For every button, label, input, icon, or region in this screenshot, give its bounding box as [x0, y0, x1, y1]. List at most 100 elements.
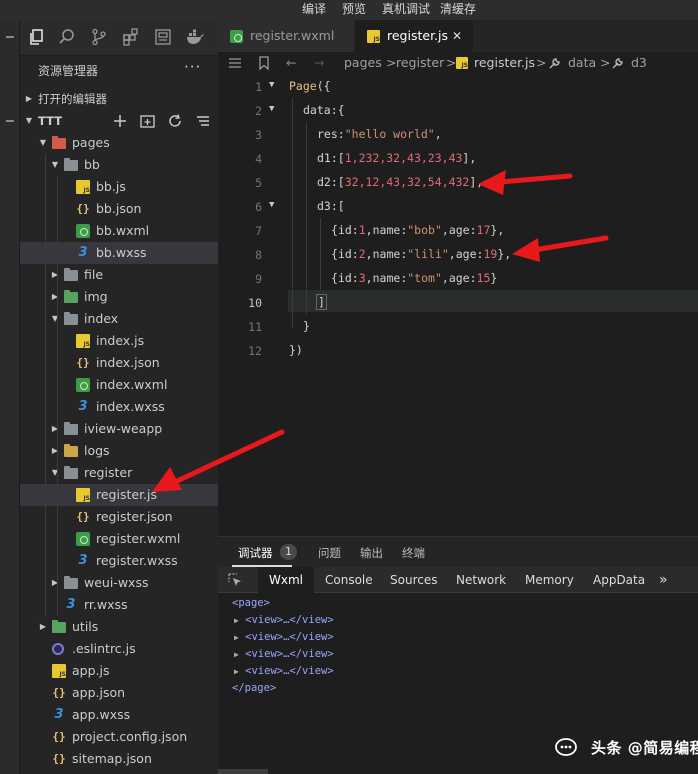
tree-item-label: img	[84, 289, 108, 304]
tree-item[interactable]: bb.wxml	[20, 220, 218, 242]
tree-item[interactable]: ▼ bb	[20, 154, 218, 176]
line-number: 5	[255, 176, 262, 190]
tab-memory[interactable]: Memory	[525, 567, 574, 593]
inspect-element-icon[interactable]	[228, 573, 242, 587]
open-editors-section[interactable]: ▶ 打开的编辑器	[20, 88, 218, 110]
tree-item[interactable]: .eslintrc.js	[20, 638, 218, 660]
tree-item[interactable]: 3 register.wxss	[20, 550, 218, 572]
wxml-node[interactable]: ▶ <view>…</view>	[234, 665, 334, 677]
tree-item[interactable]: ▶ logs	[20, 440, 218, 462]
tree-item[interactable]: {} index.json	[20, 352, 218, 374]
wxml-node[interactable]: ▶ <view>…</view>	[234, 614, 334, 626]
expand-triangle-icon[interactable]: ▶	[234, 667, 239, 676]
tab-console[interactable]: Console	[325, 567, 373, 593]
tree-item[interactable]: ▶ file	[20, 264, 218, 286]
tab-appdata[interactable]: AppData	[593, 567, 645, 593]
code-token: 15	[476, 271, 491, 285]
tree-item[interactable]: {} app.json	[20, 682, 218, 704]
tab-debugger[interactable]: 调试器	[238, 545, 273, 561]
tree-item[interactable]: index.js	[20, 330, 218, 352]
breadcrumb-item[interactable]: data	[568, 55, 596, 70]
tab-register-wxml[interactable]: register.wxml	[218, 20, 354, 52]
new-folder-icon[interactable]	[140, 114, 155, 128]
tree-item[interactable]: ▶ iview-weapp	[20, 418, 218, 440]
tree-item[interactable]: ▶ utils	[20, 616, 218, 638]
wxml-node[interactable]: ▶ <view>…</view>	[234, 631, 334, 643]
tree-item[interactable]: {} sitemap.json	[20, 748, 218, 770]
list-icon[interactable]	[228, 57, 242, 69]
chevron-down-icon[interactable]: ▼	[50, 462, 60, 484]
chevron-down-icon[interactable]: ▼	[50, 154, 60, 176]
expand-triangle-icon[interactable]: ▶	[234, 616, 239, 625]
chevron-down-icon[interactable]: ▼	[50, 308, 60, 330]
fold-chevron-icon[interactable]: ▼	[269, 200, 274, 210]
tree-item[interactable]: bb.js	[20, 176, 218, 198]
tree-item[interactable]: 3 index.wxss	[20, 396, 218, 418]
new-file-icon[interactable]	[113, 114, 127, 128]
docker-icon[interactable]	[186, 28, 204, 46]
chevron-right-icon[interactable]: ▶	[38, 616, 48, 638]
tab-sources[interactable]: Sources	[390, 567, 437, 593]
breadcrumb-item[interactable]: d3	[631, 55, 647, 70]
wxml-node[interactable]: ▶ <view>…</view>	[234, 648, 334, 660]
files-icon[interactable]	[28, 28, 46, 46]
wxml-node[interactable]: <page>	[232, 597, 270, 609]
tree-item[interactable]: ▼ register	[20, 462, 218, 484]
breadcrumb-item[interactable]: register	[396, 55, 444, 70]
project-section[interactable]: ▼ TTT	[20, 110, 218, 132]
expand-triangle-icon[interactable]: ▶	[234, 650, 239, 659]
current-line-highlight	[288, 290, 698, 312]
refresh-icon[interactable]	[168, 114, 182, 128]
wxml-node[interactable]: </page>	[232, 682, 276, 694]
code-editor[interactable]: 1 2 3 4 5 6 7 8 9 10 11 12 ▼ ▼ ▼ Page({ …	[218, 74, 698, 536]
tree-item[interactable]: {} bb.json	[20, 198, 218, 220]
tree-item[interactable]: {} project.config.json	[20, 726, 218, 748]
tree-item[interactable]: ▶ img	[20, 286, 218, 308]
more-tabs-icon[interactable]: »	[659, 567, 668, 593]
tree-item[interactable]: 3 bb.wxss	[20, 242, 218, 264]
chevron-right-icon[interactable]: ▶	[50, 572, 60, 594]
forward-arrow-icon[interactable]: →	[314, 55, 324, 70]
breadcrumb-item[interactable]: pages	[344, 55, 382, 70]
tree-item[interactable]: register.js	[20, 484, 218, 506]
extensions-icon[interactable]	[122, 28, 140, 46]
chevron-right-icon[interactable]: ▶	[50, 418, 60, 440]
code-token: 3	[358, 271, 366, 285]
more-actions-icon[interactable]: ···	[184, 58, 201, 76]
preview-button[interactable]: 预览	[342, 0, 366, 20]
close-icon[interactable]: ✕	[452, 20, 462, 52]
tab-problems[interactable]: 问题	[318, 545, 341, 561]
chevron-down-icon[interactable]: ▼	[38, 132, 48, 154]
chevron-right-icon[interactable]: ▶	[50, 264, 60, 286]
compile-button[interactable]: 编译	[302, 0, 326, 20]
tree-item[interactable]: app.js	[20, 660, 218, 682]
bookmark-icon[interactable]	[258, 56, 270, 70]
tree-item[interactable]: ▶ weui-wxss	[20, 572, 218, 594]
tab-wxml[interactable]: Wxml	[258, 567, 314, 593]
fold-chevron-icon[interactable]: ▼	[269, 104, 274, 114]
chevron-right-icon[interactable]: ▶	[50, 440, 60, 462]
tab-terminal[interactable]: 终端	[402, 545, 425, 561]
collapse-all-icon[interactable]	[196, 114, 210, 128]
breadcrumb-item[interactable]: register.js	[474, 55, 535, 70]
search-icon[interactable]	[58, 28, 76, 46]
outline-icon[interactable]	[154, 28, 172, 46]
fold-chevron-icon[interactable]: ▼	[269, 80, 274, 90]
tab-network[interactable]: Network	[456, 567, 506, 593]
clear-cache-button[interactable]: 清缓存	[440, 0, 476, 20]
tree-item[interactable]: 3 app.wxss	[20, 704, 218, 726]
horizontal-scrollbar[interactable]	[218, 769, 268, 774]
chevron-right-icon[interactable]: ▶	[50, 286, 60, 308]
tree-item[interactable]: ▼ index	[20, 308, 218, 330]
tree-item[interactable]: 3 rr.wxss	[20, 594, 218, 616]
source-control-icon[interactable]	[90, 28, 108, 46]
tree-item[interactable]: ▼ pages	[20, 132, 218, 154]
remote-debug-button[interactable]: 真机调试	[382, 0, 430, 20]
tree-item[interactable]: index.wxml	[20, 374, 218, 396]
tab-output[interactable]: 输出	[360, 545, 383, 561]
tree-item[interactable]: register.wxml	[20, 528, 218, 550]
tab-register-js[interactable]: register.js ✕	[355, 20, 473, 52]
tree-item[interactable]: {} register.json	[20, 506, 218, 528]
expand-triangle-icon[interactable]: ▶	[234, 633, 239, 642]
back-arrow-icon[interactable]: ←	[286, 55, 296, 70]
